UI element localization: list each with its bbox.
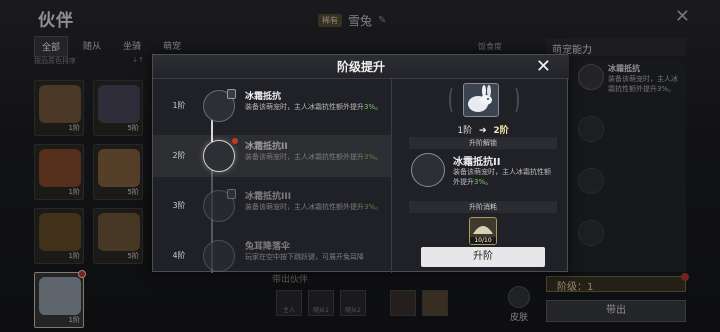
stage-row-selected[interactable]: 2阶 冰霜抵抗II 装备该萌宠时，主人冰霜抗性额外提升3%。 (153, 135, 391, 177)
rabbit-icon (468, 85, 492, 112)
unlock-section-bar: 升阶解锁 (409, 137, 557, 149)
snowflake-skill-icon (203, 138, 238, 172)
skill-desc: 装备该萌宠时，主人冰霜抗性额外提升3%。 (245, 203, 383, 211)
modal-title: 阶级提升 (153, 55, 569, 79)
from-stage: 1阶 (457, 126, 473, 136)
upgrade-button[interactable]: 升阶 (421, 247, 545, 267)
modal-close-button[interactable]: ✕ (536, 56, 551, 78)
stage-transition: 1阶 ➔ 2阶 (443, 123, 523, 136)
stage-badge: 2阶 (167, 147, 191, 165)
stage-badge: 3阶 (167, 197, 191, 215)
notification-dot (232, 138, 238, 144)
skill-desc: 玩家在空中按下跳跃键，可展开兔耳降 (245, 253, 364, 261)
skill-name: 冰霜抵抗III (245, 192, 292, 202)
stage-badge: 1阶 (167, 97, 191, 115)
snowflake-skill-icon (203, 189, 236, 222)
skill-desc: 装备该萌宠时，主人冰霜抗性额外提升3%。 (245, 153, 383, 161)
skill-desc: 装备该萌宠时，主人冰霜抗性额外提升3%。 (245, 103, 383, 111)
upgrade-modal: 阶级提升 ✕ 1阶 冰霜抵抗 装备该萌宠时，主人冰霜抗性额外提升3%。 2阶 冰… (152, 54, 569, 273)
to-stage: 2阶 (493, 126, 509, 136)
upgrade-cost-item[interactable]: 10/10 (469, 217, 497, 245)
game-screen: 伙伴 稀有 雪兔 ✎ ✕ 全部 随从 坐骑 萌宠 按品质色排序 ↓↑ 1阶 5阶… (0, 0, 720, 332)
rabbit-portrait (463, 83, 499, 117)
skill-name: 冰霜抵抗 (245, 92, 282, 102)
skill-name: 冰霜抵抗II (245, 142, 288, 152)
portrait-frame-right (509, 85, 519, 115)
cost-count: 10/10 (470, 237, 496, 244)
modal-divider (391, 79, 392, 273)
snowflake-skill-icon (411, 153, 445, 187)
snowflake-skill-icon (203, 89, 236, 122)
shield-badge-icon (227, 189, 236, 199)
stage-row[interactable]: 3阶 冰霜抵抗III 装备该萌宠时，主人冰霜抗性额外提升3%。 (153, 185, 391, 227)
material-icon (473, 226, 493, 234)
bunny-parachute-icon (203, 240, 235, 272)
skill-name: 兔耳降落伞 (245, 242, 291, 252)
stage-row[interactable]: 1阶 冰霜抵抗 装备该萌宠时，主人冰霜抗性额外提升3%。 (153, 85, 391, 127)
portrait-frame-left (449, 85, 459, 115)
cost-section-bar: 升阶消耗 (409, 201, 557, 213)
unlock-skill-desc: 装备该萌宠时，主人冰霜抗性额外提升3%。 (453, 168, 551, 186)
unlock-skill-name: 冰霜抵抗II (453, 157, 501, 168)
stage-row[interactable]: 4阶 兔耳降落伞 玩家在空中按下跳跃键，可展开兔耳降 (153, 235, 391, 277)
arrow-right-icon: ➔ (478, 126, 487, 136)
shield-badge-icon (227, 89, 236, 99)
stage-badge: 4阶 (167, 247, 191, 265)
